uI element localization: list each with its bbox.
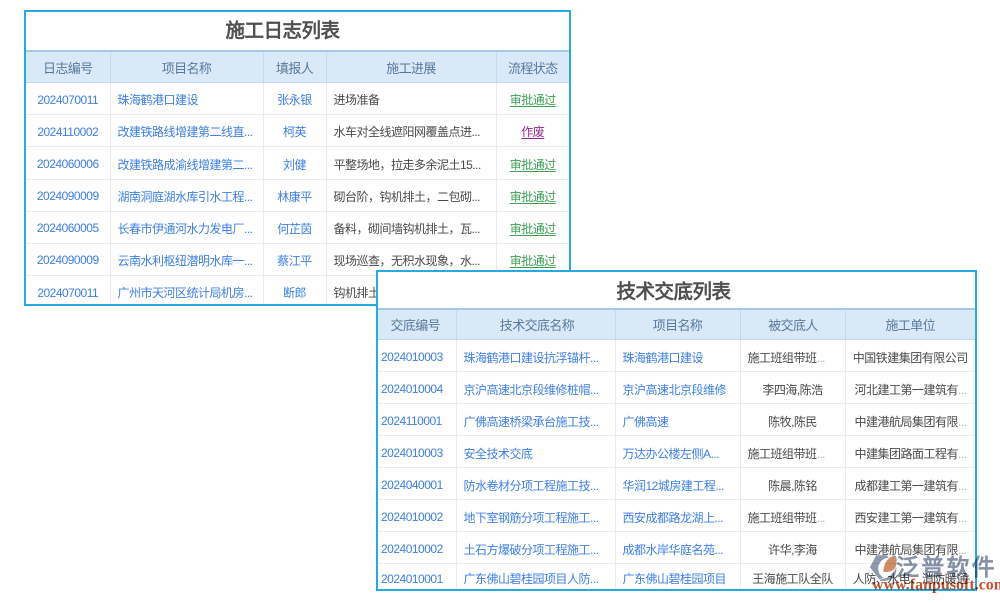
svg-text:www.fanpusoft.com: www.fanpusoft.com [872, 577, 1000, 594]
